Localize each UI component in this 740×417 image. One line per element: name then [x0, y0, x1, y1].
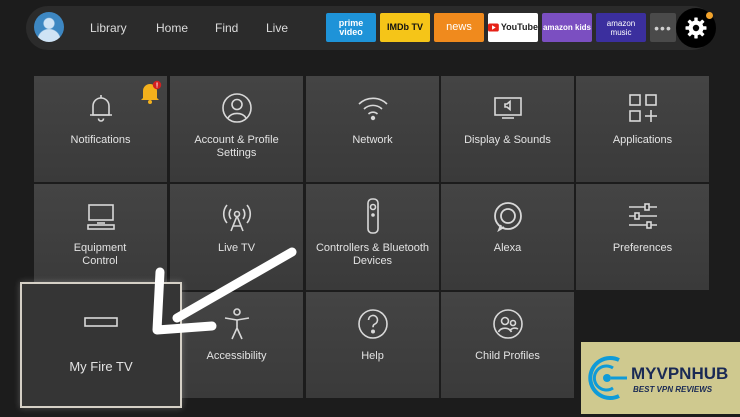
vpn-logo-icon	[588, 356, 627, 400]
watermark-wordmark: MYVPNHUB	[631, 364, 729, 383]
watermark-logo: MYVPNHUB BEST VPN REVIEWS	[581, 342, 740, 414]
watermark-tagline: BEST VPN REVIEWS	[633, 385, 713, 394]
